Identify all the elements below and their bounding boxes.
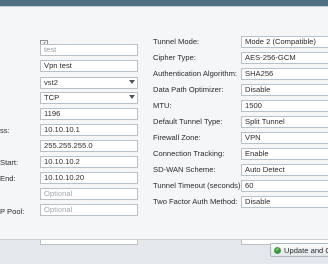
name-field[interactable]: test xyxy=(40,44,138,56)
range-end-label: End: xyxy=(0,174,16,183)
optional-field[interactable]: Optional xyxy=(40,188,138,200)
protocol-select[interactable]: TCP xyxy=(40,92,138,104)
auth-algorithm-label: Authentication Algorithm: xyxy=(153,69,238,78)
description-field[interactable]: Vpn test xyxy=(40,60,138,72)
mtu-label: MTU: xyxy=(153,101,172,110)
two-factor-auth-label: Two Factor Auth Method: xyxy=(153,197,238,206)
tunnel-timeout-field[interactable]: 60 xyxy=(241,180,328,192)
update-and-close-label: Update and Close xyxy=(284,245,328,255)
cipher-type-label: Cipher Type: xyxy=(153,53,196,62)
ip-pool-label: P Pool: xyxy=(0,207,25,216)
update-and-close-button[interactable]: ✓ Update and Close xyxy=(270,243,328,257)
range-end-field[interactable]: 10.10.10.20 xyxy=(40,172,138,184)
auth-algorithm-field[interactable]: SHA256 xyxy=(241,68,328,80)
check-circle-icon: ✓ xyxy=(274,246,281,254)
range-start-label: Start: xyxy=(0,158,19,167)
chevron-down-icon xyxy=(129,80,135,84)
two-factor-auth-field[interactable]: Disable xyxy=(241,196,328,208)
server-address-field[interactable]: 10.10.10.1 xyxy=(40,124,138,136)
tunnel-mode-field[interactable]: Mode 2 (Compatible) xyxy=(241,36,328,48)
port-field[interactable]: 1196 xyxy=(40,108,138,120)
cipher-type-field[interactable]: AES-256-GCM xyxy=(241,52,328,64)
footer-left-field-edge xyxy=(40,240,138,245)
range-start-field[interactable]: 10.10.10.2 xyxy=(40,156,138,168)
sdwan-scheme-field[interactable]: Auto Detect xyxy=(241,164,328,176)
connection-tracking-field[interactable]: Enable xyxy=(241,148,328,160)
tunnel-timeout-label: Tunnel Timeout (seconds): xyxy=(153,181,243,190)
chevron-down-icon xyxy=(129,95,135,99)
vpn-settings-panel: ✓ test Vpn test vst2 TCP 1196 ss: 10.10.… xyxy=(0,7,328,239)
interface-select[interactable]: vst2 xyxy=(40,77,138,89)
mtu-field[interactable]: 1500 xyxy=(241,100,328,112)
data-path-optimizer-field[interactable]: Disable xyxy=(241,84,328,96)
data-path-optimizer-label: Data Path Optimizer: xyxy=(153,85,224,94)
tunnel-mode-label: Tunnel Mode: xyxy=(153,37,200,46)
netmask-field[interactable]: 255.255.255.0 xyxy=(40,140,138,152)
firewall-zone-field[interactable]: VPN xyxy=(241,132,328,144)
ip-pool-field[interactable]: Optional xyxy=(40,204,138,216)
default-tunnel-type-label: Default Tunnel Type: xyxy=(153,117,223,126)
default-tunnel-type-field[interactable]: Split Tunnel xyxy=(241,116,328,128)
connection-tracking-label: Connection Tracking: xyxy=(153,149,225,158)
sdwan-scheme-label: SD-WAN Scheme: xyxy=(153,165,216,174)
firewall-zone-label: Firewall Zone: xyxy=(153,133,201,142)
server-address-label: ss: xyxy=(0,126,10,135)
